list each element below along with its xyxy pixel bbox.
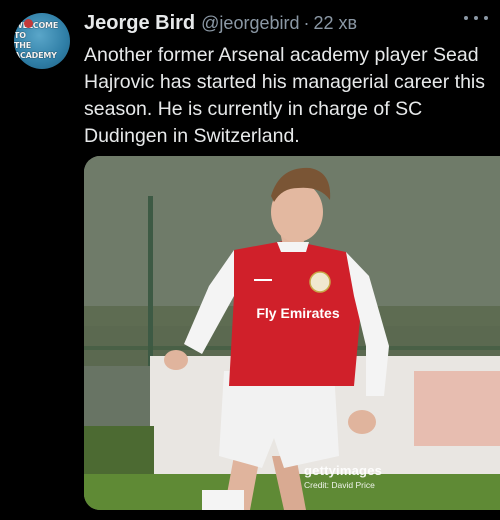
author-name[interactable]: Jeorge Bird [84, 12, 195, 35]
avatar-text-line-2: THE ACADEMY [14, 41, 57, 60]
more-dot [484, 16, 488, 20]
tweet-text: Another former Arsenal academy player Se… [84, 44, 486, 147]
tweet[interactable]: WELCOME TO THE ACADEMY Jeorge Bird @jeor… [0, 0, 500, 520]
more-dot [464, 16, 468, 20]
more-options-icon[interactable] [464, 8, 488, 28]
watermark-brand: gettyimages [304, 463, 383, 478]
more-dot [474, 16, 478, 20]
header-separator: · [303, 13, 310, 33]
tweet-photo[interactable]: Fly Emirates gettyimages Credit: David P… [84, 156, 500, 510]
getty-watermark: gettyimages Credit: David Price [304, 464, 382, 492]
shirt-sponsor-text: Fly Emirates [256, 305, 339, 321]
football-player-photo: Fly Emirates [84, 156, 500, 510]
avatar-badge-dot [24, 19, 33, 28]
tweet-timestamp[interactable]: 22 хв [313, 13, 357, 34]
author-handle[interactable]: @jeorgebird [201, 13, 299, 34]
author-avatar[interactable]: WELCOME TO THE ACADEMY [14, 13, 70, 69]
tweet-header: Jeorge Bird @jeorgebird · 22 хв [84, 12, 357, 36]
watermark-credit: Credit: David Price [304, 480, 375, 490]
avatar-text-line-1: WELCOME TO [14, 21, 59, 40]
